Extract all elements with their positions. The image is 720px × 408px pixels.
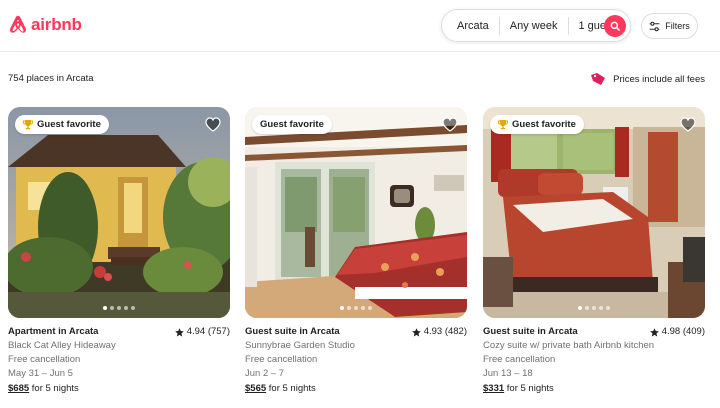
search-dates[interactable]: Any week <box>500 20 568 32</box>
listing-dates: Jun 13 – 18 <box>483 368 533 379</box>
listing-price[interactable]: $685 <box>8 383 29 394</box>
listing-name: Black Cat Alley Hideaway <box>8 340 116 351</box>
pagination-dot[interactable] <box>606 306 610 310</box>
photo-pagination[interactable] <box>578 306 610 310</box>
listing-type: Guest suite in Arcata <box>483 326 578 337</box>
price-suffix: for 5 nights <box>268 383 316 394</box>
listing-info: Guest suite in Arcata 4.98 (409) Cozy su… <box>483 325 705 396</box>
pagination-dot[interactable] <box>110 306 114 310</box>
search-location[interactable]: Arcata <box>442 20 499 32</box>
pagination-dot[interactable] <box>585 306 589 310</box>
pagination-dot[interactable] <box>361 306 365 310</box>
price-tag-icon <box>591 73 606 85</box>
pagination-dot[interactable] <box>340 306 344 310</box>
guest-favorite-badge: Guest favorite <box>490 115 584 134</box>
listing-card[interactable]: Guest favorite Guest suite in Arcata 4.9… <box>245 107 467 396</box>
listing-price[interactable]: $331 <box>483 383 504 394</box>
listing-info: Guest suite in Arcata 4.93 (482) Sunnybr… <box>245 325 467 396</box>
search-icon <box>610 21 620 31</box>
trophy-icon <box>23 120 33 130</box>
listing-name: Sunnybrae Garden Studio <box>245 340 355 351</box>
filters-label: Filters <box>665 21 690 31</box>
listing-rating: 4.98 (409) <box>649 325 705 339</box>
cancellation-policy: Free cancellation <box>483 354 556 365</box>
logo-wordmark: airbnb <box>31 14 82 34</box>
badge-label: Guest favorite <box>512 119 576 130</box>
results-count: 754 places in Arcata <box>8 73 94 84</box>
listing-photo[interactable]: Guest favorite <box>245 107 467 318</box>
guest-favorite-badge: Guest favorite <box>252 115 332 134</box>
listing-photo[interactable]: Guest favorite <box>8 107 230 318</box>
star-icon <box>411 327 421 337</box>
listing-card[interactable]: Guest favorite Apartment in Arcata 4.94 … <box>8 107 230 396</box>
price-line[interactable]: $331 for 5 nights <box>483 382 705 396</box>
listing-card[interactable]: Guest favorite Guest suite in Arcata 4.9… <box>483 107 705 396</box>
prices-include-fees-toggle[interactable]: Prices include all fees <box>590 72 705 86</box>
listing-dates: Jun 2 – 7 <box>245 368 285 379</box>
listing-dates: May 31 – Jun 5 <box>8 368 73 379</box>
heart-icon[interactable] <box>205 117 221 132</box>
price-suffix: for 5 nights <box>506 383 554 394</box>
star-icon <box>649 327 659 337</box>
listing-rating: 4.93 (482) <box>411 325 467 339</box>
heart-icon[interactable] <box>680 117 696 132</box>
star-icon <box>174 327 184 337</box>
pagination-dot[interactable] <box>354 306 358 310</box>
pagination-dot[interactable] <box>599 306 603 310</box>
listing-type: Guest suite in Arcata <box>245 326 340 337</box>
heart-icon[interactable] <box>442 117 458 132</box>
airbnb-logo[interactable]: airbnb <box>8 14 82 35</box>
pagination-dot[interactable] <box>131 306 135 310</box>
trophy-icon <box>498 120 508 130</box>
pagination-dot[interactable] <box>592 306 596 310</box>
sliders-icon <box>649 21 660 31</box>
rating-value: 4.98 (409) <box>661 326 705 337</box>
prices-label: Prices include all fees <box>613 73 705 85</box>
pagination-dot[interactable] <box>578 306 582 310</box>
pagination-dot[interactable] <box>347 306 351 310</box>
cancellation-policy: Free cancellation <box>245 354 318 365</box>
airbnb-logo-icon <box>9 15 27 33</box>
listing-photo-image <box>245 107 467 318</box>
pagination-dot[interactable] <box>117 306 121 310</box>
pagination-dot[interactable] <box>368 306 372 310</box>
listing-name: Cozy suite w/ private bath Airbnb kitche… <box>483 340 655 351</box>
filters-button[interactable]: Filters <box>641 13 698 39</box>
rating-value: 4.94 (757) <box>186 326 230 337</box>
listing-price[interactable]: $565 <box>245 383 266 394</box>
photo-pagination[interactable] <box>103 306 135 310</box>
guest-favorite-badge: Guest favorite <box>15 115 109 134</box>
price-line[interactable]: $565 for 5 nights <box>245 382 467 396</box>
cancellation-policy: Free cancellation <box>8 354 81 365</box>
listing-type: Apartment in Arcata <box>8 326 99 337</box>
listing-photo-image <box>483 107 705 318</box>
pagination-dot[interactable] <box>103 306 107 310</box>
search-bar[interactable]: Arcata Any week 1 guest <box>441 9 631 42</box>
top-header: airbnb Arcata Any week 1 guest Filters <box>0 0 720 52</box>
pagination-dot[interactable] <box>124 306 128 310</box>
search-button[interactable] <box>604 15 626 37</box>
price-line[interactable]: $685 for 5 nights <box>8 382 230 396</box>
listing-photo-image <box>8 107 230 318</box>
photo-pagination[interactable] <box>340 306 372 310</box>
price-suffix: for 5 nights <box>31 383 79 394</box>
listing-photo[interactable]: Guest favorite <box>483 107 705 318</box>
badge-label: Guest favorite <box>37 119 101 130</box>
rating-value: 4.93 (482) <box>423 326 467 337</box>
listing-rating: 4.94 (757) <box>174 325 230 339</box>
listing-info: Apartment in Arcata 4.94 (757) Black Cat… <box>8 325 230 396</box>
badge-label: Guest favorite <box>260 119 324 130</box>
